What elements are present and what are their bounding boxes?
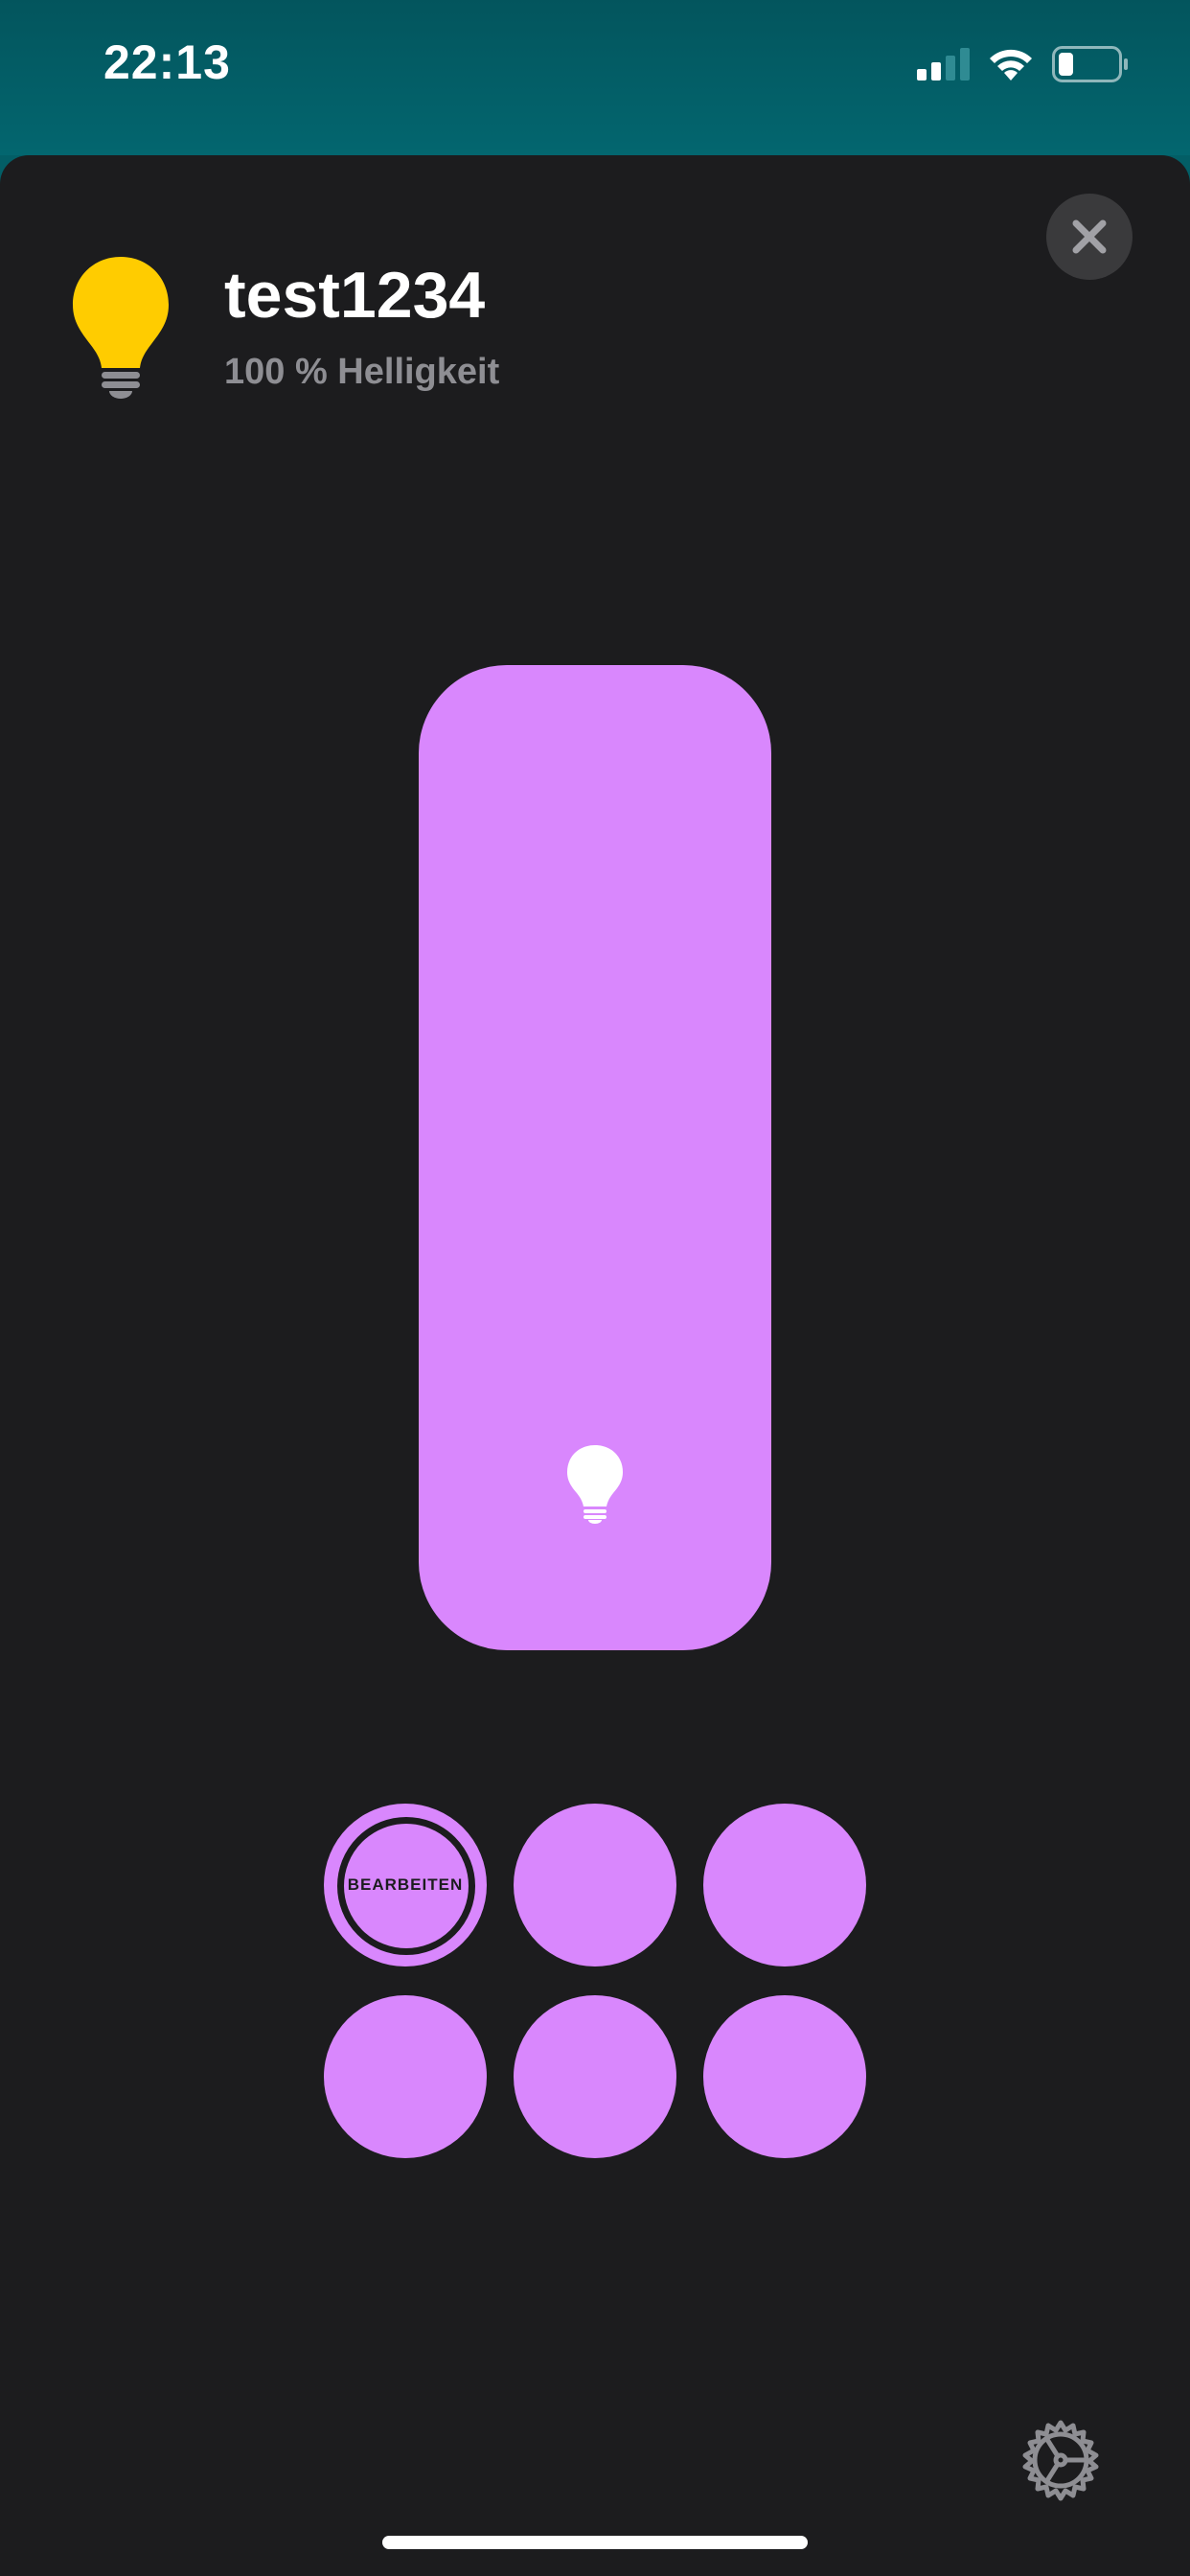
lightbulb-icon	[73, 257, 169, 399]
color-preset-6[interactable]	[703, 1995, 866, 2158]
cellular-signal-icon	[917, 48, 970, 80]
wifi-icon	[990, 49, 1032, 80]
status-time: 22:13	[103, 35, 231, 89]
color-preset-4[interactable]	[324, 1995, 487, 2158]
status-bar: 22:13	[0, 0, 1190, 155]
brightness-status: 100 % Helligkeit	[224, 352, 500, 392]
gear-icon[interactable]	[1019, 2419, 1102, 2501]
edit-label: BEARBEITEN	[347, 1875, 464, 1894]
close-icon	[1072, 219, 1107, 254]
color-preset-5[interactable]	[514, 1995, 676, 2158]
color-preset-3[interactable]	[703, 1804, 866, 1966]
home-indicator	[382, 2536, 808, 2549]
battery-icon	[1052, 46, 1128, 82]
close-button[interactable]	[1046, 194, 1133, 280]
accessory-name: test1234	[224, 259, 486, 332]
lightbulb-icon	[567, 1445, 623, 1524]
preset-edit-button[interactable]: BEARBEITEN	[324, 1804, 487, 1966]
brightness-slider[interactable]	[419, 665, 771, 1650]
color-preset-2[interactable]	[514, 1804, 676, 1966]
